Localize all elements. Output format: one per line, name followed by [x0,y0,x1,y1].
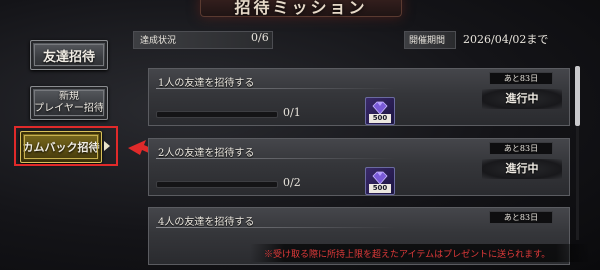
mission-item: 1人の友達を招待する 0/1 500 あと83日 進行中 [148,68,570,126]
status-badge: 進行中 [482,159,562,179]
annotation-highlight-box [14,126,118,166]
reward-item[interactable]: 500 [365,167,395,195]
divider [156,227,396,228]
sidebar-item-new-player-invite[interactable]: 新規 プレイヤー招待 [30,86,108,120]
mission-name: 1人の友達を招待する [158,78,255,89]
mission-list[interactable]: 1人の友達を招待する 0/1 500 あと83日 進行中 2人の友達を招待する … [148,68,570,268]
progress-text: 0/1 [283,106,301,119]
achievement-label: 達成状況 [140,36,177,46]
mission-name: 4人の友達を招待する [158,217,255,228]
reward-item[interactable]: 500 [365,97,395,125]
days-left: あと83日 [489,211,553,224]
sidebar-item-label: 友達招待 [42,49,95,65]
sidebar-item-label-line2: プレイヤー招待 [34,103,104,114]
progress-bar [156,111,278,118]
mission-name: 2人の友達を招待する [158,148,255,159]
progress-text: 0/2 [283,176,301,189]
title-banner: 招待ミッション [200,0,402,17]
gem-pack-icon [372,101,388,115]
scrollbar-thumb[interactable] [575,66,580,126]
progress-bar [156,181,278,188]
period-value: 2026/04/02まで [463,33,549,46]
gem-pack-icon [372,171,388,185]
page-title: 招待ミッション [234,0,368,17]
divider [156,158,396,159]
reward-quantity: 500 [369,184,391,193]
sidebar-item-label-line1: 新規 [58,91,79,102]
reward-quantity: 500 [369,114,391,123]
days-left: あと83日 [489,72,553,85]
status-badge: 進行中 [482,89,562,109]
footer-note: ※受け取る際に所持上限を超えたアイテムはプレゼントに送られます。 [264,250,551,260]
mission-item: 2人の友達を招待する 0/2 500 あと83日 進行中 [148,138,570,196]
divider [156,88,396,89]
achievement-value: 0/6 [251,31,269,44]
sidebar-item-friend-invite[interactable]: 友達招待 [30,40,108,70]
period-label: 開催期間 [409,36,446,46]
days-left: あと83日 [489,142,553,155]
